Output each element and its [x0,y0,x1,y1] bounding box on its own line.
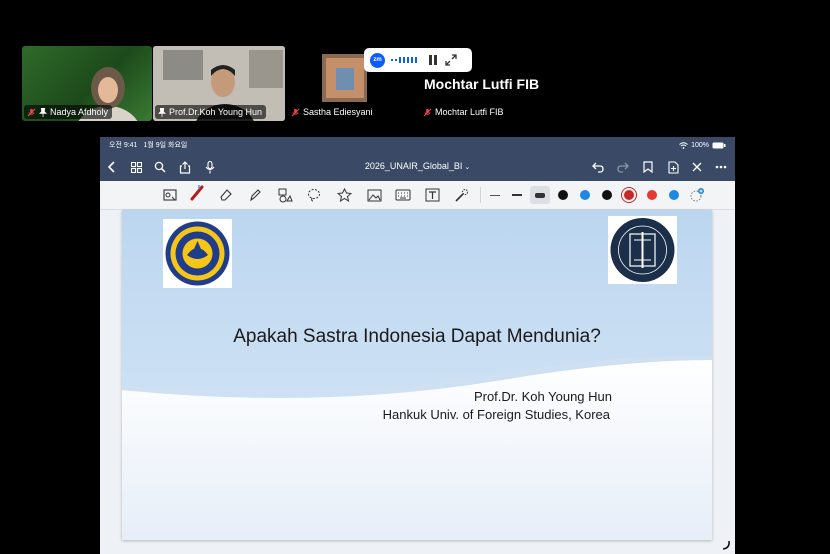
lasso-icon[interactable] [306,187,322,203]
thin-stroke-option[interactable] [487,187,503,203]
status-time: 오전 9:41 [109,142,138,149]
participant-name: Mochtar Lutfi FIB [435,107,504,117]
mic-muted-icon [27,108,36,116]
undo-icon[interactable] [590,159,606,175]
more-options-icon[interactable] [713,159,729,175]
mic-muted-icon [291,108,300,116]
mic-muted-icon [423,108,432,116]
expand-icon[interactable] [445,54,457,66]
image-lasso-icon[interactable] [162,187,178,203]
pin-icon [158,107,166,117]
battery-icon [712,142,726,148]
text-box-icon[interactable] [424,187,440,203]
battery-percent: 100% [691,141,709,149]
pen-icon[interactable] [189,185,205,201]
pen-color-red-selected[interactable] [624,190,634,200]
wifi-icon [679,141,688,149]
participant-name: Prof.Dr.Koh Young Hun [169,107,263,117]
toolbar-divider [480,187,481,203]
pen-color-blue[interactable] [580,190,590,200]
redo-icon[interactable] [615,159,631,175]
participant-name: Nadya Afdholy [50,107,109,117]
scroll-indicator-icon [722,540,730,550]
keyboard-icon[interactable] [395,187,411,203]
participant-label: Mochtar Lutfi FIB [420,105,508,119]
featured-participant-name: Mochtar Lutfi FIB [424,76,540,92]
annotation-toolbar [100,181,735,210]
status-date: 1월 9일 화요일 [143,142,188,149]
zoom-floating-bar[interactable]: zm [364,48,472,72]
close-icon[interactable] [689,159,705,175]
ipad-status-bar: 오전 9:41 1월 9일 화요일 100% [100,137,735,153]
unair-logo [163,219,232,288]
slide-title: Apakah Sastra Indonesia Dapat Mendunia? [233,326,601,347]
hufs-logo [608,216,677,284]
participant-tile-koh[interactable]: Prof.Dr.Koh Young Hun [153,46,285,121]
participant-name: Sastha Ediesyani [303,107,373,117]
ipad-nav-bar: 2026_UNAIR_Global_BI ⌄ [100,153,735,181]
highlighter-icon[interactable] [247,187,263,203]
thick-stroke-option[interactable] [530,186,550,204]
participant-label: Prof.Dr.Koh Young Hun [155,105,267,119]
pen-color-blue-2[interactable] [669,190,679,200]
sticker-icon[interactable] [336,187,352,203]
shared-ipad-screen[interactable]: 오전 9:41 1월 9일 화요일 100% 2026_UNAIR_Global… [100,137,735,554]
pin-icon [39,107,47,117]
participant-tile-nadya[interactable]: Nadya Afdholy [22,46,152,121]
eraser-icon[interactable] [218,187,234,203]
pen-color-black-2[interactable] [602,190,612,200]
participant-label: Sastha Ediesyani [288,105,377,119]
add-page-icon[interactable] [665,159,681,175]
image-icon[interactable] [366,187,382,203]
pen-color-black[interactable] [558,190,568,200]
laser-pointer-icon[interactable] [453,187,469,203]
audio-level-icon [391,57,417,63]
pen-color-light-red[interactable] [647,190,657,200]
shapes-icon[interactable] [277,187,293,203]
presentation-slide: Apakah Sastra Indonesia Dapat Mendunia? … [122,210,712,540]
medium-stroke-option[interactable] [509,187,525,203]
slide-affiliation: Hankuk Univ. of Foreign Studies, Korea [382,407,610,422]
participant-label: Nadya Afdholy [24,105,113,119]
bookmark-icon[interactable] [640,159,656,175]
slide-author: Prof.Dr. Koh Young Hun [473,389,612,404]
pause-share-icon[interactable] [427,54,439,66]
zoom-logo-icon: zm [370,52,385,68]
add-color-icon[interactable] [689,187,705,203]
